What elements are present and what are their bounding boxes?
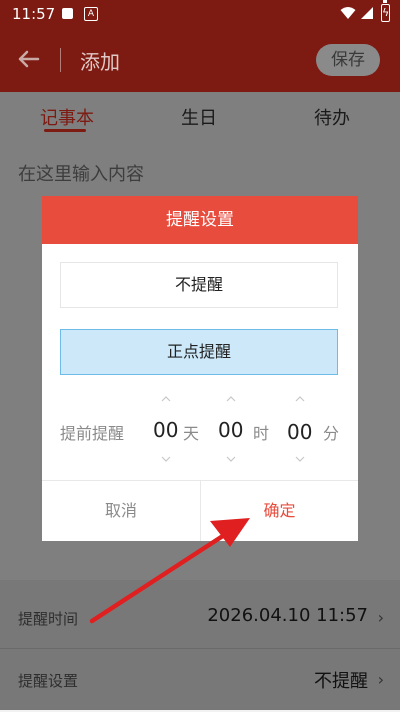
day-decrement-icon[interactable] xyxy=(161,454,171,464)
hour-unit: 时 xyxy=(253,424,270,443)
reminder-time-row[interactable]: 提醒时间 2026.04.10 11:57 › xyxy=(0,588,400,650)
day-value[interactable]: 00 xyxy=(153,418,178,442)
content-placeholder: 在这里输入内容 xyxy=(18,164,144,185)
page-title: 添加 xyxy=(80,50,120,74)
app-notification-icon: A xyxy=(84,7,98,21)
advance-reminder-label: 提前提醒 xyxy=(60,424,125,443)
minute-decrement-icon[interactable] xyxy=(295,454,305,464)
status-bar: 11:57 A ϟ xyxy=(0,0,400,28)
row-divider xyxy=(0,648,400,649)
reminder-setting-value: 不提醒 xyxy=(314,671,368,692)
reminder-dialog: 提醒设置 不提醒 正点提醒 提前提醒 00 天 00 时 00 分 取消 确定 xyxy=(42,196,358,541)
battery-icon: ϟ xyxy=(381,0,390,22)
appbar-divider xyxy=(60,48,61,72)
tab-todo[interactable]: 待办 xyxy=(314,104,350,130)
reminder-setting-label: 提醒设置 xyxy=(18,672,79,690)
day-unit: 天 xyxy=(183,424,200,443)
tab-birthday[interactable]: 生日 xyxy=(181,104,217,130)
save-button[interactable]: 保存 xyxy=(316,44,380,76)
dialog-title: 提醒设置 xyxy=(42,196,358,244)
chevron-right-icon: › xyxy=(377,608,384,627)
tab-indicator xyxy=(44,129,86,132)
option-no-reminder[interactable]: 不提醒 xyxy=(60,262,338,308)
confirm-button[interactable]: 确定 xyxy=(201,481,358,541)
reminder-time-label: 提醒时间 xyxy=(18,610,79,628)
minute-value[interactable]: 00 xyxy=(287,420,312,444)
back-arrow-icon[interactable] xyxy=(14,44,44,74)
status-time: 11:57 xyxy=(12,5,56,23)
reminder-setting-row[interactable]: 提醒设置 不提醒 › xyxy=(0,650,400,712)
settings-panel: 提醒时间 2026.04.10 11:57 › 提醒设置 不提醒 › xyxy=(0,580,400,710)
signal-icon xyxy=(361,7,373,19)
option-on-time-reminder[interactable]: 正点提醒 xyxy=(60,329,338,375)
cancel-button[interactable]: 取消 xyxy=(42,481,200,541)
app-bar: 添加 保存 xyxy=(0,28,400,92)
reminder-time-value: 2026.04.10 11:57 xyxy=(207,605,368,626)
tab-bar: 记事本 生日 待办 xyxy=(0,92,400,140)
hour-decrement-icon[interactable] xyxy=(226,454,236,464)
hour-value[interactable]: 00 xyxy=(218,418,243,442)
wifi-icon xyxy=(340,7,356,19)
minute-increment-icon[interactable] xyxy=(295,394,305,404)
hour-increment-icon[interactable] xyxy=(226,394,236,404)
day-increment-icon[interactable] xyxy=(161,394,171,404)
notification-icon xyxy=(62,8,73,19)
minute-unit: 分 xyxy=(323,424,340,443)
tab-notebook[interactable]: 记事本 xyxy=(40,104,94,130)
chevron-right-icon: › xyxy=(377,670,384,689)
